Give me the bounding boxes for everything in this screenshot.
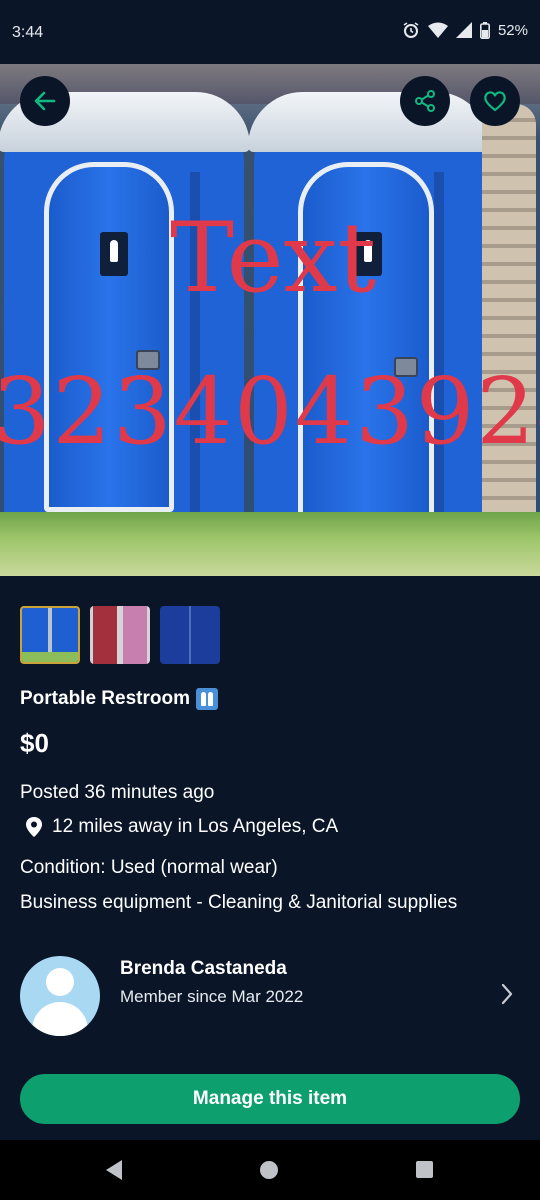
share-icon xyxy=(415,90,435,112)
thumbnail-3[interactable] xyxy=(160,606,220,664)
nav-back-icon[interactable] xyxy=(104,1159,124,1181)
chevron-right-icon xyxy=(501,983,513,1005)
back-button[interactable] xyxy=(20,76,70,126)
status-icons: 52% xyxy=(402,21,528,39)
status-bar: 3:44 52% xyxy=(0,0,540,64)
thumbnail-1[interactable] xyxy=(20,606,80,664)
nav-home-icon[interactable] xyxy=(260,1161,278,1179)
thumbnail-strip xyxy=(20,606,220,664)
seller-name: Brenda Castaneda xyxy=(120,958,287,979)
listing-title: Portable Restroom xyxy=(20,688,190,709)
listing-photo[interactable]: Text 3234043924 xyxy=(0,64,540,576)
share-button[interactable] xyxy=(400,76,450,126)
arrow-left-icon xyxy=(34,91,56,111)
photo-palm-trunk xyxy=(482,104,536,576)
thumbnail-2[interactable] xyxy=(90,606,150,664)
location-pin-icon xyxy=(26,817,42,837)
seller-card[interactable]: Brenda Castaneda Member since Mar 2022 xyxy=(20,956,520,1038)
seller-member-since: Member since Mar 2022 xyxy=(120,987,304,1006)
condition-text: Condition: Used (normal wear) xyxy=(20,857,278,878)
photo-grass xyxy=(0,512,540,576)
system-nav-bar xyxy=(0,1140,540,1200)
battery-percent: 52% xyxy=(497,21,528,39)
battery-icon xyxy=(479,21,490,39)
location-text: 12 miles away in Los Angeles, CA xyxy=(52,816,339,837)
avatar xyxy=(20,956,100,1036)
wifi-icon xyxy=(427,22,448,38)
nav-recents-icon[interactable] xyxy=(416,1161,433,1178)
posted-time: Posted 36 minutes ago xyxy=(20,782,215,803)
listing-title-row: Portable Restroom xyxy=(20,688,218,710)
photo-overlay-word: Text xyxy=(170,202,377,314)
location-row: 12 miles away in Los Angeles, CA xyxy=(24,816,338,838)
favorite-button[interactable] xyxy=(470,76,520,126)
alarm-icon xyxy=(403,22,419,38)
listing-price: $0 xyxy=(20,728,49,758)
category-text[interactable]: Business equipment - Cleaning & Janitori… xyxy=(20,892,457,914)
photo-overlay-phone: 3234043924 xyxy=(0,358,540,465)
status-time: 3:44 xyxy=(12,24,44,41)
manage-item-button[interactable]: Manage this item xyxy=(20,1074,520,1124)
restroom-icon xyxy=(195,688,218,710)
signal-icon xyxy=(455,22,472,38)
heart-icon xyxy=(484,91,506,112)
